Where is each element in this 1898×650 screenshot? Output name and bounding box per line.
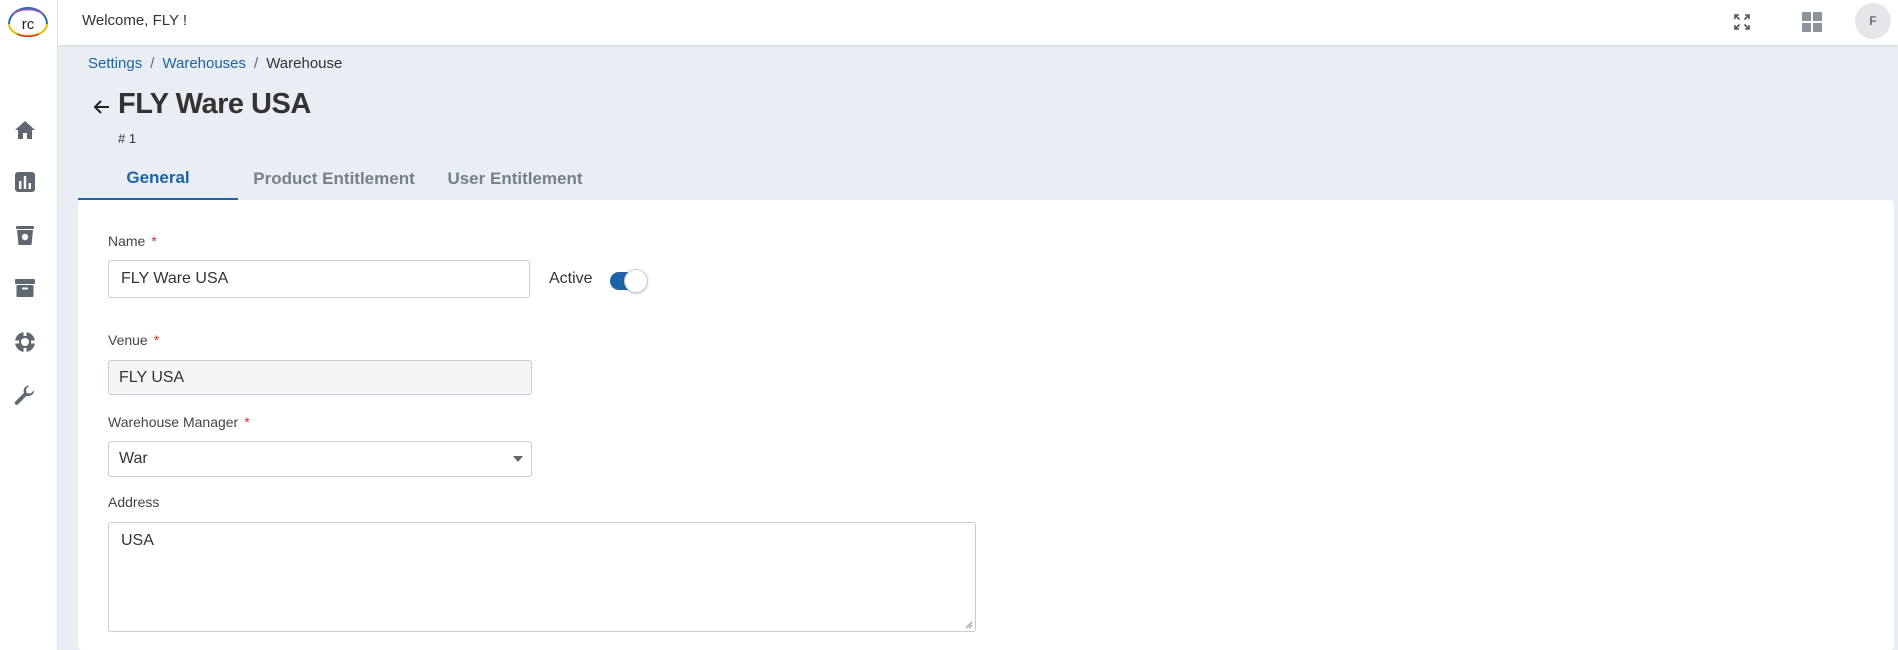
venue-input: FLY USA <box>108 360 532 395</box>
breadcrumb-separator: / <box>150 55 155 72</box>
tab-product-entitlement[interactable]: Product Entitlement <box>238 158 430 200</box>
venue-label: Venue * <box>108 332 159 348</box>
warehouse-manager-label: Warehouse Manager * <box>108 414 250 430</box>
sidebar: rc <box>0 0 58 650</box>
welcome-text: Welcome, FLY ! <box>82 12 188 29</box>
svg-text:rc: rc <box>22 16 35 33</box>
brand-logo[interactable]: rc <box>3 2 53 38</box>
top-bar: Welcome, FLY ! F <box>58 0 1898 45</box>
tab-general[interactable]: General <box>78 158 238 200</box>
tab-user-entitlement[interactable]: User Entitlement <box>430 158 600 200</box>
bin-icon[interactable] <box>11 221 39 249</box>
breadcrumb-settings[interactable]: Settings <box>88 55 142 72</box>
required-marker: * <box>151 233 157 249</box>
apps-grid-icon[interactable] <box>1798 8 1826 36</box>
home-icon[interactable] <box>11 116 39 144</box>
fullscreen-icon[interactable] <box>1728 8 1756 36</box>
address-value: USA <box>121 532 154 549</box>
breadcrumb-current: Warehouse <box>266 55 343 72</box>
warehouse-manager-select[interactable]: War <box>108 441 532 477</box>
back-arrow-icon[interactable] <box>91 96 113 118</box>
breadcrumb-separator: / <box>254 55 259 72</box>
page-title: FLY Ware USA <box>118 88 311 120</box>
archive-icon[interactable] <box>11 274 39 302</box>
breadcrumb-warehouses[interactable]: Warehouses <box>162 55 246 72</box>
required-marker: * <box>153 332 160 348</box>
bar-chart-icon[interactable] <box>11 168 39 196</box>
resize-grip-icon[interactable] <box>965 621 973 629</box>
required-marker: * <box>244 414 250 430</box>
wrench-icon[interactable] <box>11 382 39 410</box>
chevron-down-icon <box>513 456 523 462</box>
address-textarea[interactable]: USA <box>108 522 976 632</box>
support-icon[interactable] <box>11 328 39 356</box>
toggle-knob <box>624 269 648 293</box>
venue-label-text: Venue <box>108 332 148 348</box>
active-toggle[interactable] <box>610 269 648 293</box>
name-input[interactable]: FLY Ware USA <box>108 260 530 298</box>
name-label-text: Name <box>108 233 146 249</box>
breadcrumb: Settings / Warehouses / Warehouse <box>88 55 342 72</box>
address-label: Address <box>108 494 160 510</box>
tab-bar: General Product Entitlement User Entitle… <box>78 158 600 200</box>
warehouse-manager-value: War <box>119 450 148 467</box>
name-label: Name * <box>108 233 157 249</box>
record-id: # 1 <box>118 131 137 146</box>
user-avatar[interactable]: F <box>1855 3 1891 39</box>
warehouse-manager-label-text: Warehouse Manager <box>108 414 239 430</box>
active-label: Active <box>549 270 593 287</box>
